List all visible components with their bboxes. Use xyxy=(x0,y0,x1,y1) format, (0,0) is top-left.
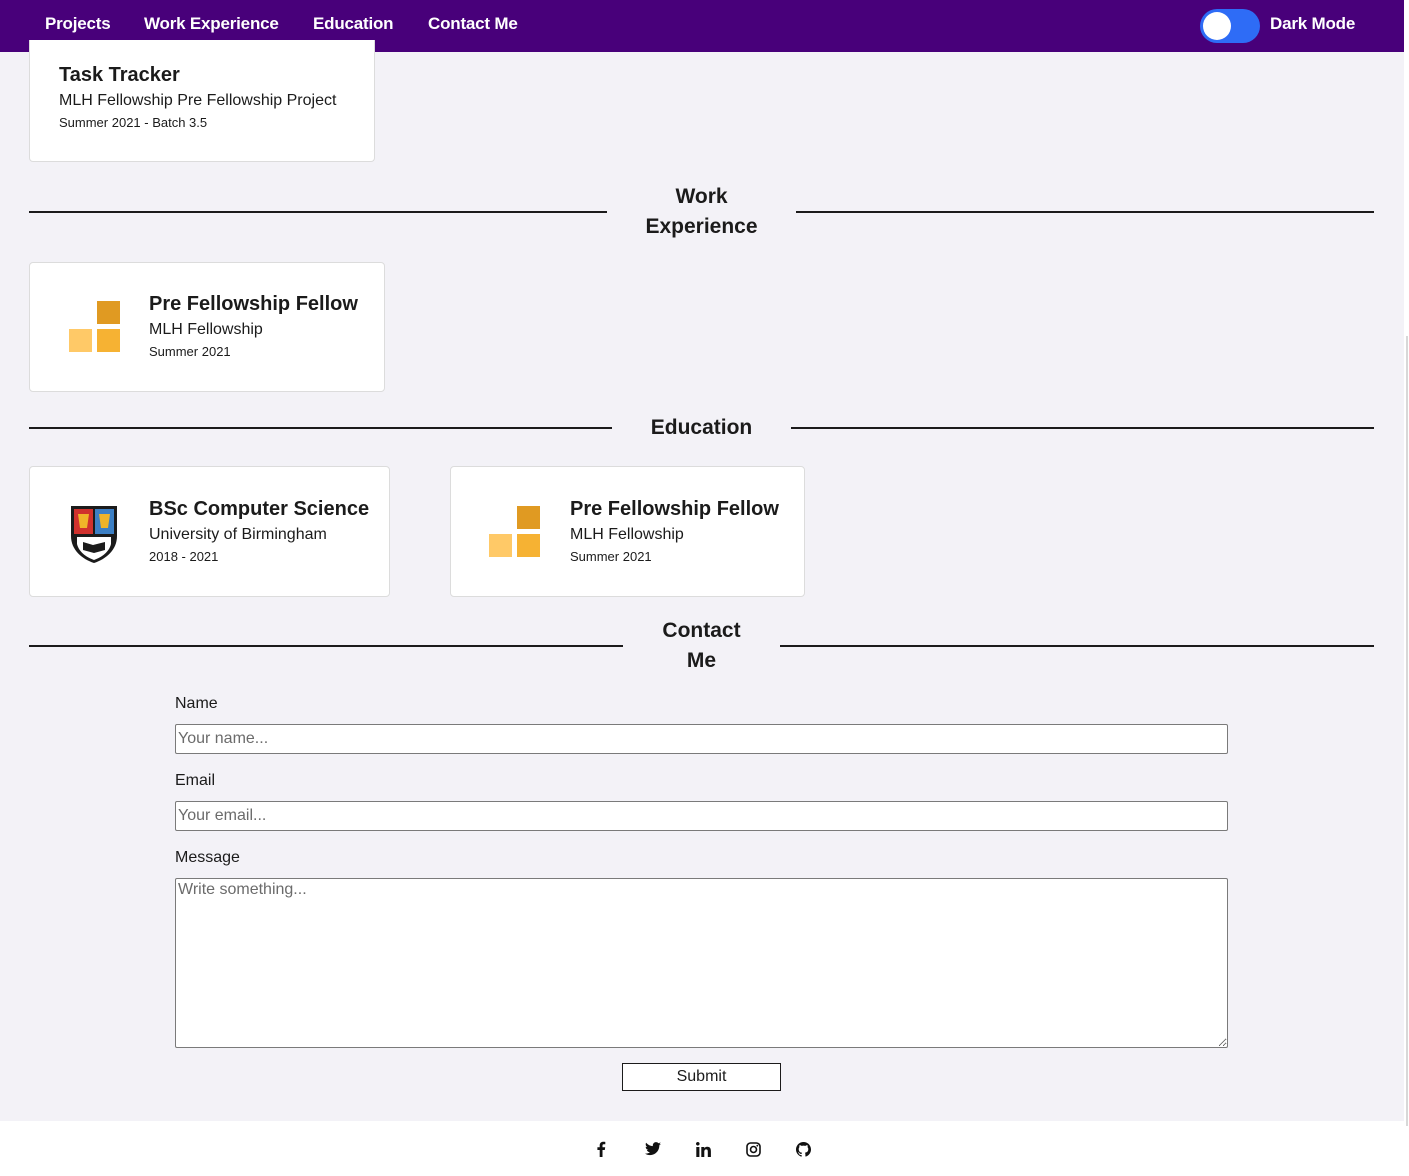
work-card[interactable]: Pre Fellowship Fellow MLH Fellowship Sum… xyxy=(29,262,385,392)
section-title: Work Experience xyxy=(607,182,796,242)
email-label: Email xyxy=(175,772,216,789)
section-title: Contact Me xyxy=(623,616,780,676)
name-input[interactable] xyxy=(175,724,1228,754)
instagram-icon[interactable] xyxy=(743,1139,763,1159)
nav-link-education[interactable]: Education xyxy=(313,14,394,34)
education-date: 2018 - 2021 xyxy=(149,549,219,564)
divider-line xyxy=(29,645,623,647)
message-label: Message xyxy=(175,849,240,866)
project-date: Summer 2021 - Batch 3.5 xyxy=(59,115,208,130)
mlh-logo-icon xyxy=(69,301,120,352)
nav-link-contact-me[interactable]: Contact Me xyxy=(428,14,518,34)
education-title: Pre Fellowship Fellow xyxy=(570,498,779,520)
education-date: Summer 2021 xyxy=(570,549,652,564)
work-experience-heading: Work Experience xyxy=(29,180,1374,244)
section-title: Education xyxy=(650,416,753,439)
work-subtitle: MLH Fellowship xyxy=(149,321,263,338)
facebook-icon[interactable] xyxy=(591,1139,611,1159)
nav-link-work-experience[interactable]: Work Experience xyxy=(144,14,279,34)
github-icon[interactable] xyxy=(793,1139,813,1159)
dark-mode-label: Dark Mode xyxy=(1270,14,1356,33)
footer xyxy=(0,1121,1404,1176)
toggle-knob xyxy=(1203,12,1231,40)
section-title-line: Me xyxy=(686,649,717,672)
education-heading: Education xyxy=(29,413,1374,447)
project-card[interactable]: Task Tracker MLH Fellowship Pre Fellowsh… xyxy=(29,40,375,162)
twitter-icon[interactable] xyxy=(643,1139,663,1159)
education-card[interactable]: BSc Computer Science University of Birmi… xyxy=(29,466,390,597)
section-title-line: Contact xyxy=(662,619,741,642)
linkedin-icon[interactable] xyxy=(693,1139,713,1159)
divider-line xyxy=(29,427,612,429)
scrollbar-thumb[interactable] xyxy=(1406,336,1408,1126)
education-card[interactable]: Pre Fellowship Fellow MLH Fellowship Sum… xyxy=(450,466,805,597)
email-input[interactable] xyxy=(175,801,1228,831)
uob-crest-icon xyxy=(71,506,117,563)
education-subtitle: University of Birmingham xyxy=(149,526,327,543)
divider-line xyxy=(791,427,1374,429)
project-subtitle: MLH Fellowship Pre Fellowship Project xyxy=(59,92,337,109)
project-title: Task Tracker xyxy=(59,64,180,86)
mlh-logo-icon xyxy=(489,506,540,557)
work-date: Summer 2021 xyxy=(149,344,231,359)
contact-me-heading: Contact Me xyxy=(29,616,1374,680)
submit-button[interactable]: Submit xyxy=(622,1063,781,1091)
name-label: Name xyxy=(175,695,218,712)
divider-line xyxy=(29,211,607,213)
work-title: Pre Fellowship Fellow xyxy=(149,293,358,315)
divider-line xyxy=(796,211,1374,213)
dark-mode-toggle[interactable] xyxy=(1200,9,1260,43)
divider-line xyxy=(780,645,1374,647)
section-title-line: Experience xyxy=(645,215,758,238)
education-subtitle: MLH Fellowship xyxy=(570,526,684,543)
message-textarea[interactable] xyxy=(175,878,1228,1048)
education-title: BSc Computer Science xyxy=(149,498,370,520)
section-title-line: Work xyxy=(675,185,728,208)
nav-link-projects[interactable]: Projects xyxy=(45,14,111,34)
